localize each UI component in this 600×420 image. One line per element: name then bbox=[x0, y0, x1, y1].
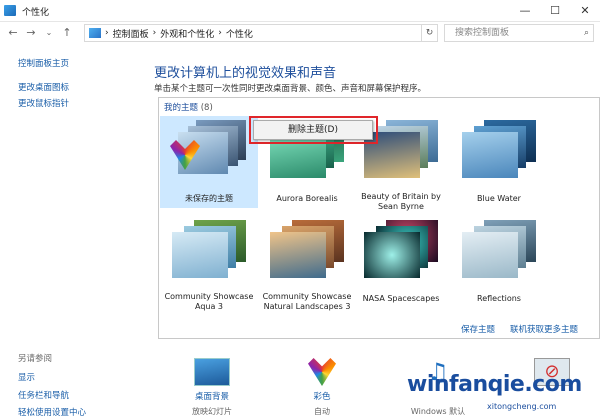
theme-unsaved[interactable]: 未保存的主题 bbox=[160, 116, 258, 208]
theme-caption: Aurora Borealis bbox=[276, 194, 338, 203]
see-also-display[interactable]: 显示 bbox=[18, 371, 35, 383]
desktop-background-label: 桌面背景 bbox=[194, 392, 229, 402]
sidebar-link-control-panel-home[interactable]: 控制面板主页 bbox=[18, 57, 69, 69]
get-more-themes-link[interactable]: 联机获取更多主题 bbox=[510, 323, 578, 335]
theme-reflections[interactable]: Reflections bbox=[450, 216, 548, 308]
sidebar-link-mouse-pointers[interactable]: 更改鼠标指针 bbox=[18, 97, 69, 109]
watermark: winfanqie.com xitongcheng.com bbox=[407, 372, 600, 420]
breadcrumb-appearance[interactable]: 外观和个性化 bbox=[160, 27, 214, 40]
address-bar[interactable]: › 控制面板 › 外观和个性化 › 个性化 ↻ bbox=[84, 24, 438, 42]
theme-group-name: 我的主题 bbox=[164, 103, 199, 113]
theme-caption: Blue Water bbox=[477, 194, 521, 203]
breadcrumb-control-panel[interactable]: 控制面板 bbox=[113, 27, 149, 40]
theme-preview bbox=[458, 120, 540, 178]
maximize-button[interactable]: ☐ bbox=[540, 0, 570, 22]
breadcrumb-separator: › bbox=[105, 28, 109, 38]
theme-blue-water[interactable]: Blue Water bbox=[450, 116, 548, 208]
search-placeholder: 搜索控制面板 bbox=[455, 28, 510, 38]
color-value: 自动 bbox=[314, 407, 330, 416]
search-input[interactable]: 搜索控制面板 ⌕ bbox=[444, 24, 594, 42]
context-menu-delete-theme[interactable]: 删除主题(D) bbox=[253, 120, 373, 140]
watermark-main-text: winfanqie.com bbox=[407, 372, 582, 397]
theme-caption: 未保存的主题 bbox=[185, 194, 233, 203]
theme-caption: NASA Spacescapes bbox=[362, 294, 440, 303]
breadcrumb-separator: › bbox=[152, 28, 157, 38]
theme-group-label: 我的主题 (8) bbox=[164, 101, 213, 113]
window-title: 个性化 bbox=[22, 8, 50, 18]
theme-preview bbox=[168, 120, 250, 178]
desktop-background-icon bbox=[194, 358, 230, 386]
watermark-sub-text: xitongcheng.com bbox=[487, 402, 557, 411]
up-arrow-icon[interactable]: ↑ bbox=[60, 25, 74, 41]
personalization-icon bbox=[4, 5, 16, 16]
recent-locations-icon[interactable]: ⌄ bbox=[42, 25, 56, 41]
see-also-ease-of-access[interactable]: 轻松使用设置中心 bbox=[18, 406, 86, 418]
theme-preview bbox=[458, 220, 540, 278]
theme-caption: Reflections bbox=[477, 294, 521, 303]
breadcrumb-personalization[interactable]: 个性化 bbox=[226, 27, 253, 40]
theme-caption: Beauty of Britain by Sean Byrne bbox=[361, 192, 441, 211]
theme-caption: Community Showcase Aqua 3 bbox=[164, 292, 254, 311]
sidebar-link-desktop-icons[interactable]: 更改桌面图标 bbox=[18, 81, 69, 93]
desktop-background-item[interactable]: 桌面背景 放映幻灯片 bbox=[172, 356, 252, 420]
color-item[interactable]: 彩色 自动 bbox=[282, 356, 362, 420]
theme-caption: Community Showcase Natural Landscapes 3 bbox=[262, 292, 352, 311]
breadcrumb-separator: › bbox=[218, 28, 222, 38]
title-bar: 个性化 — ☐ ✕ bbox=[0, 0, 600, 22]
page-description: 单击某个主题可一次性同时更改桌面背景、颜色、声音和屏幕保护程序。 bbox=[154, 84, 427, 94]
refresh-icon[interactable]: ↻ bbox=[421, 25, 437, 41]
desktop-background-value: 放映幻灯片 bbox=[192, 407, 232, 416]
color-fan-icon bbox=[308, 358, 336, 386]
theme-group-count: (8) bbox=[200, 103, 213, 113]
page-title: 更改计算机上的视觉效果和声音 bbox=[154, 66, 337, 81]
back-arrow-icon[interactable]: ← bbox=[6, 25, 20, 41]
theme-community-aqua-3[interactable]: Community Showcase Aqua 3 bbox=[160, 216, 258, 311]
theme-community-natural-landscapes-3[interactable]: Community Showcase Natural Landscapes 3 bbox=[258, 216, 356, 311]
color-label: 彩色 bbox=[313, 392, 331, 402]
save-theme-link[interactable]: 保存主题 bbox=[461, 323, 495, 335]
theme-preview bbox=[360, 220, 442, 278]
close-button[interactable]: ✕ bbox=[570, 0, 600, 22]
navigation-bar: ← → ⌄ ↑ › 控制面板 › 外观和个性化 › 个性化 ↻ 搜索控制面板 ⌕ bbox=[0, 22, 600, 44]
minimize-button[interactable]: — bbox=[510, 0, 540, 22]
forward-arrow-icon[interactable]: → bbox=[24, 25, 38, 41]
see-also-heading: 另请参阅 bbox=[18, 354, 53, 364]
theme-preview bbox=[168, 220, 250, 278]
theme-nasa-spacescapes[interactable]: NASA Spacescapes bbox=[352, 216, 450, 308]
theme-preview bbox=[266, 220, 348, 278]
search-icon[interactable]: ⌕ bbox=[584, 25, 589, 41]
control-panel-icon bbox=[89, 28, 101, 38]
see-also-taskbar[interactable]: 任务栏和导航 bbox=[18, 389, 69, 401]
